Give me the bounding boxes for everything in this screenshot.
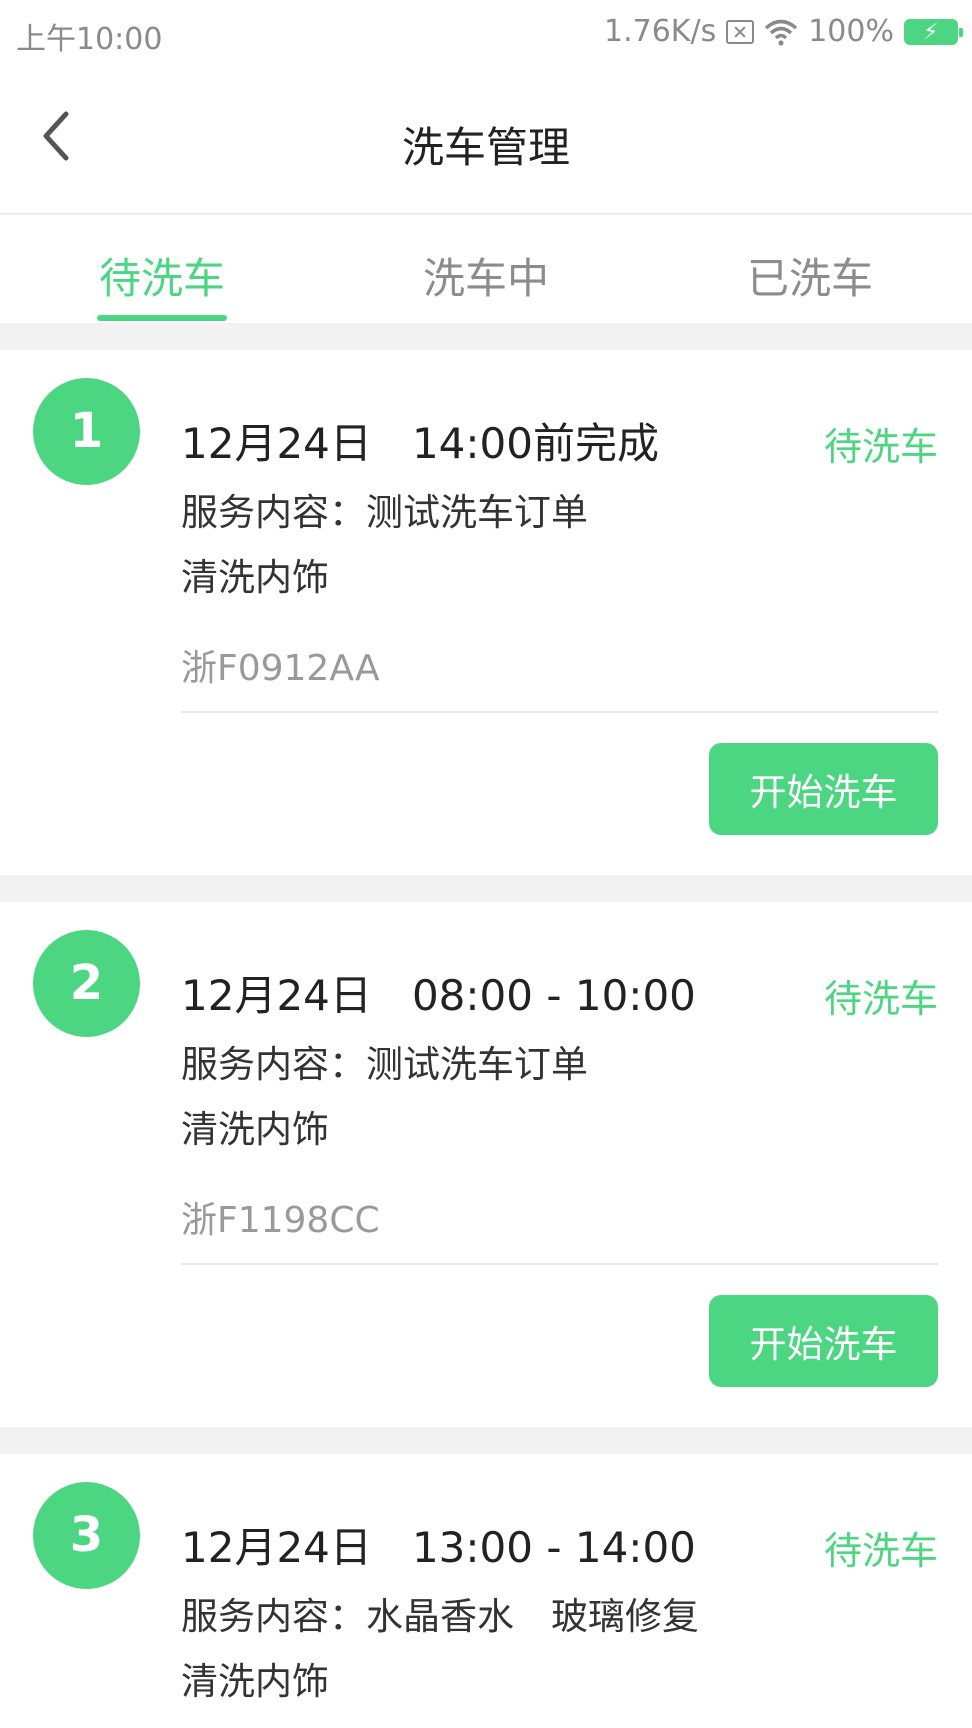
status-badge: 待洗车 [823, 1529, 938, 1573]
wifi-icon [765, 19, 798, 46]
status-right: 1.76K/s 100% ⚡ [604, 14, 963, 49]
status-time: 上午10:00 [16, 22, 163, 57]
tab-bar: 待洗车 洗车中 已洗车 [0, 215, 972, 323]
order-card: 2 12月24日 08:00 - 10:00 待洗车 服务内容：测试洗车订单 清… [0, 902, 972, 1427]
status-badge: 待洗车 [823, 425, 938, 469]
sim-off-icon [726, 19, 755, 44]
network-speed: 1.76K/s [604, 14, 717, 49]
service-content: 服务内容：测试洗车订单 [181, 1043, 588, 1086]
page-title: 洗车管理 [401, 123, 570, 172]
battery-charging-icon: ⚡ [904, 18, 963, 45]
service-content: 服务内容：测试洗车订单 [181, 491, 588, 534]
status-badge: 待洗车 [823, 977, 938, 1021]
start-wash-button[interactable]: 开始洗车 [709, 1295, 938, 1387]
tab-pending[interactable]: 待洗车 [62, 245, 262, 306]
service-extra: 清洗内饰 [181, 556, 329, 599]
order-card: 1 12月24日 14:00前完成 待洗车 服务内容：测试洗车订单 清洗内饰 浙… [0, 350, 972, 875]
bolt-icon: ⚡ [923, 19, 939, 45]
start-wash-button[interactable]: 开始洗车 [709, 743, 938, 835]
battery-percent: 100% [808, 14, 894, 49]
order-time-range: 08:00 - 10:00 [411, 971, 696, 1020]
nav-bar: 洗车管理 [0, 66, 972, 214]
order-time-range: 14:00前完成 [411, 419, 659, 468]
tab-washed[interactable]: 已洗车 [710, 245, 910, 306]
order-date: 12月24日 [181, 419, 372, 468]
order-date: 12月24日 [181, 1523, 372, 1572]
service-extra: 清洗内饰 [181, 1660, 329, 1703]
order-time: 12月24日 13:00 - 14:00 [181, 1514, 696, 1575]
order-card: 3 12月24日 13:00 - 14:00 待洗车 服务内容：水晶香水 玻璃修… [0, 1454, 972, 1728]
order-date: 12月24日 [181, 971, 372, 1020]
divider [181, 1263, 938, 1265]
order-number-badge: 2 [33, 930, 140, 1037]
license-plate: 浙F0912AA [181, 648, 380, 689]
license-plate: 浙F1198CC [181, 1200, 380, 1241]
order-time: 12月24日 08:00 - 10:00 [181, 962, 696, 1023]
status-bar: 上午10:00 1.76K/s 100% ⚡ [0, 0, 972, 66]
order-time-range: 13:00 - 14:00 [411, 1523, 696, 1572]
service-content: 服务内容：水晶香水 玻璃修复 [181, 1595, 699, 1638]
order-number-badge: 1 [33, 378, 140, 485]
tab-washing[interactable]: 洗车中 [386, 245, 586, 306]
order-number-badge: 3 [33, 1482, 140, 1589]
active-tab-indicator [97, 315, 227, 321]
order-time: 12月24日 14:00前完成 [181, 410, 659, 471]
divider [181, 711, 938, 713]
service-extra: 清洗内饰 [181, 1108, 329, 1151]
